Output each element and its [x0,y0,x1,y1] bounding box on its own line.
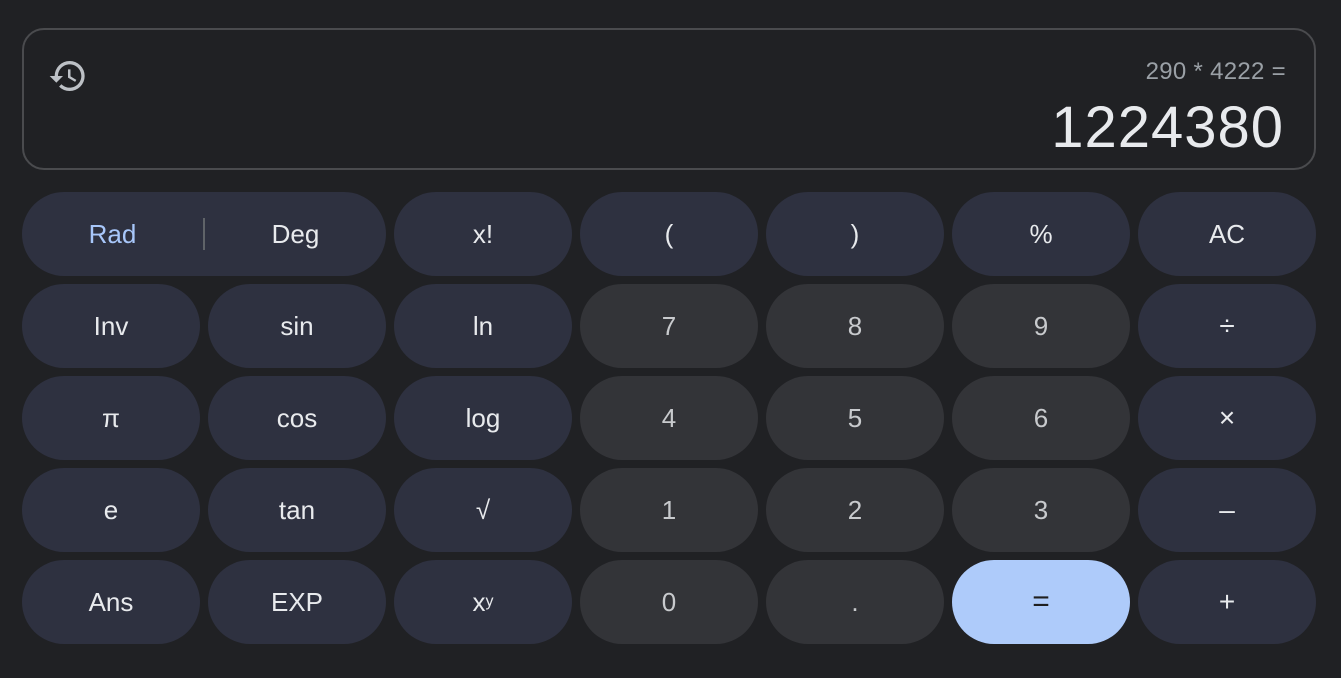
ln-button[interactable]: ln [394,284,572,368]
digit-0-button[interactable]: 0 [580,560,758,644]
decimal-button[interactable]: . [766,560,944,644]
result-text: 1224380 [1051,95,1284,160]
digit-8-button[interactable]: 8 [766,284,944,368]
plus-button[interactable]: + [1138,560,1316,644]
e-button[interactable]: e [22,468,200,552]
digit-5-button[interactable]: 5 [766,376,944,460]
close-paren-button[interactable]: ) [766,192,944,276]
log-button[interactable]: log [394,376,572,460]
power-exponent-label: y [485,593,494,610]
exp-button[interactable]: EXP [208,560,386,644]
all-clear-button[interactable]: AC [1138,192,1316,276]
ans-button[interactable]: Ans [22,560,200,644]
history-button[interactable] [46,54,90,98]
inverse-button[interactable]: Inv [22,284,200,368]
digit-3-button[interactable]: 3 [952,468,1130,552]
digit-2-button[interactable]: 2 [766,468,944,552]
deg-button[interactable]: Deg [205,192,386,276]
keypad: Rad Deg x! ( ) % AC Inv sin ln 7 8 9 ÷ π… [22,192,1318,644]
multiply-button[interactable]: × [1138,376,1316,460]
power-base-label: x [472,586,486,617]
pi-button[interactable]: π [22,376,200,460]
sin-button[interactable]: sin [208,284,386,368]
sqrt-button[interactable]: √ [394,468,572,552]
digit-4-button[interactable]: 4 [580,376,758,460]
expression-text: 290 * 4222 = [1145,58,1286,85]
power-button[interactable]: xy [394,560,572,644]
divide-button[interactable]: ÷ [1138,284,1316,368]
calculator: 290 * 4222 = 1224380 Rad Deg x! ( ) % AC… [0,0,1341,678]
minus-button[interactable]: – [1138,468,1316,552]
digit-7-button[interactable]: 7 [580,284,758,368]
history-icon [49,61,85,92]
tan-button[interactable]: tan [208,468,386,552]
digit-6-button[interactable]: 6 [952,376,1130,460]
display-panel: 290 * 4222 = 1224380 [22,28,1316,170]
percent-button[interactable]: % [952,192,1130,276]
digit-1-button[interactable]: 1 [580,468,758,552]
factorial-button[interactable]: x! [394,192,572,276]
rad-button[interactable]: Rad [22,192,203,276]
angle-mode-toggle: Rad Deg [22,192,386,276]
cos-button[interactable]: cos [208,376,386,460]
equals-button[interactable]: = [952,560,1130,644]
open-paren-button[interactable]: ( [580,192,758,276]
digit-9-button[interactable]: 9 [952,284,1130,368]
